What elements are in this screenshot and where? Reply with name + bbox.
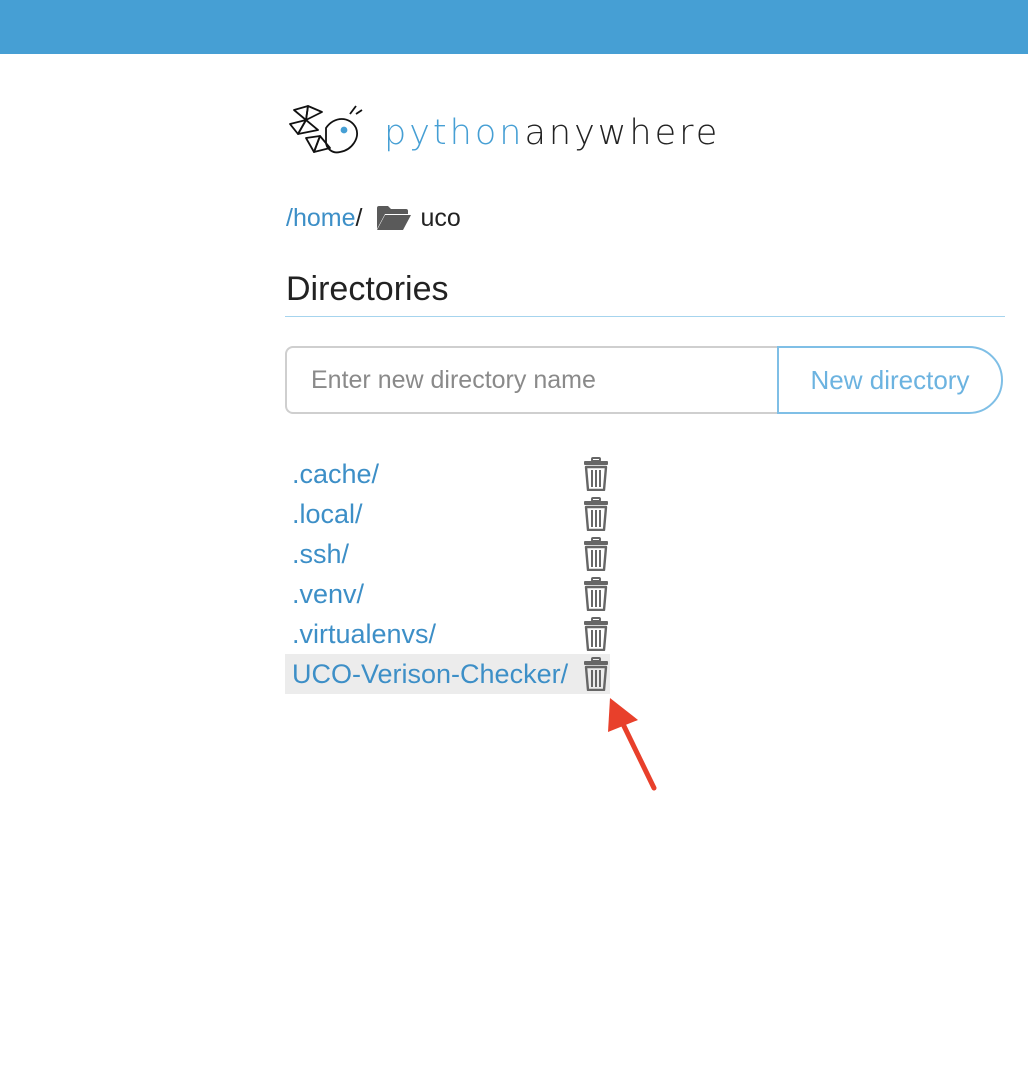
directories-heading: Directories <box>286 270 449 308</box>
trash-icon[interactable] <box>583 617 609 652</box>
directory-link[interactable]: .cache/ <box>292 456 379 492</box>
logo-wordmark: pythonanywhere <box>384 112 721 153</box>
trash-icon[interactable] <box>583 657 609 692</box>
breadcrumb: /home / uco <box>286 200 461 236</box>
directory-list-item: .cache/ <box>285 454 610 494</box>
directory-link[interactable]: .local/ <box>292 496 363 532</box>
trash-icon[interactable] <box>583 577 609 612</box>
top-header-bar <box>0 0 1028 54</box>
logo-wordmark-anywhere: anywhere <box>524 112 721 153</box>
directory-list: .cache/ .local/ .ssh/ .venv/ .virtualenv… <box>285 454 610 694</box>
pythonanywhere-logo[interactable]: pythonanywhere <box>286 102 720 164</box>
red-arrow-icon <box>608 698 657 791</box>
new-directory-button[interactable]: New directory <box>777 346 1003 414</box>
directory-list-item-highlighted: UCO-Verison-Checker/ <box>285 654 610 694</box>
breadcrumb-current-directory: uco <box>420 203 461 232</box>
trash-icon[interactable] <box>583 497 609 532</box>
new-directory-name-input[interactable] <box>285 346 779 414</box>
breadcrumb-separator: / <box>355 203 363 232</box>
directories-heading-divider <box>285 316 1005 317</box>
pythonanywhere-logo-icon <box>289 105 363 154</box>
directory-list-item: .ssh/ <box>285 534 610 574</box>
directory-link[interactable]: .virtualenvs/ <box>292 616 436 652</box>
new-directory-form: New directory <box>285 346 1003 414</box>
folder-open-icon <box>376 205 412 231</box>
directory-list-item: .local/ <box>285 494 610 534</box>
directory-link[interactable]: .venv/ <box>292 576 364 612</box>
directory-list-item: .virtualenvs/ <box>285 614 610 654</box>
logo-wordmark-python: python <box>384 112 525 153</box>
directory-list-item: .venv/ <box>285 574 610 614</box>
directory-link[interactable]: UCO-Verison-Checker/ <box>292 656 568 692</box>
breadcrumb-home-link[interactable]: /home <box>286 204 355 233</box>
trash-icon[interactable] <box>583 537 609 572</box>
trash-icon[interactable] <box>583 457 609 492</box>
directory-link[interactable]: .ssh/ <box>292 536 349 572</box>
